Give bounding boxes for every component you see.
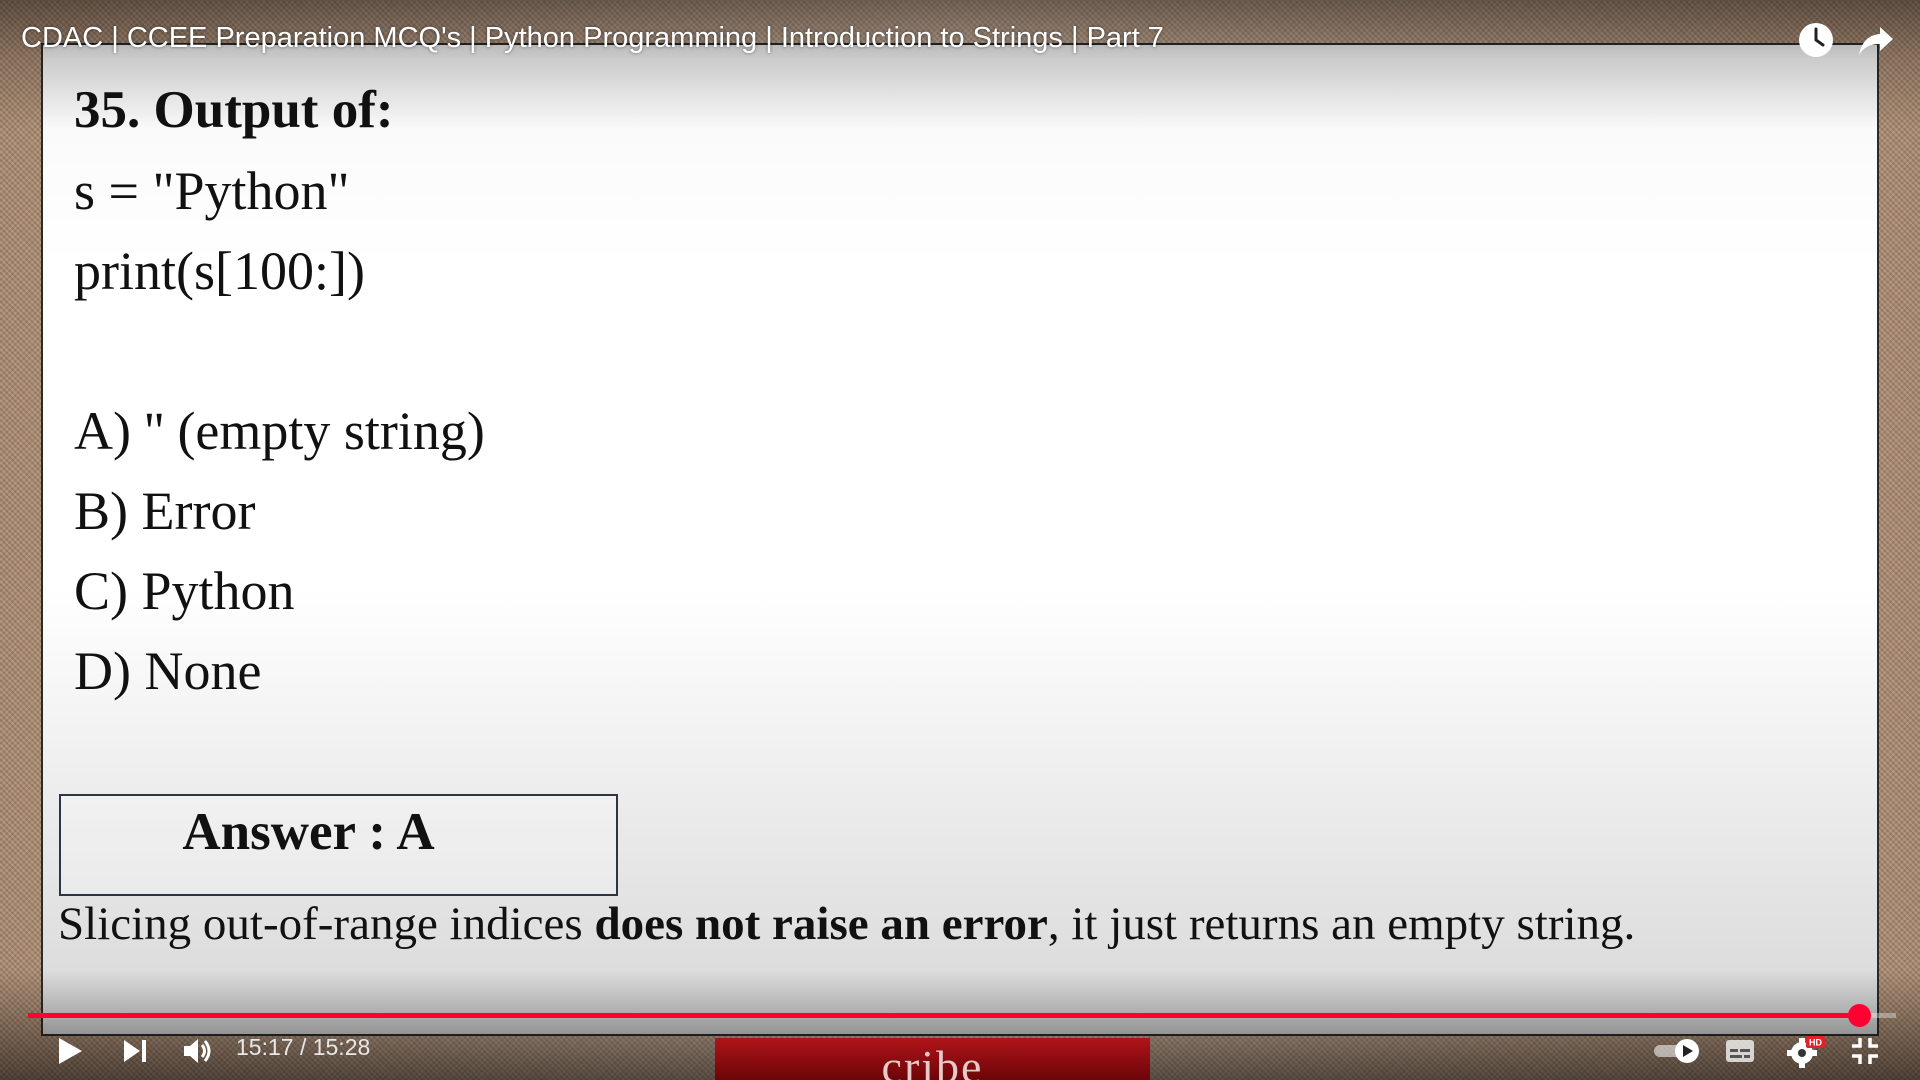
explanation-bold: does not raise an error [594, 898, 1048, 950]
clock-icon[interactable] [1796, 20, 1836, 60]
code-line-2: print(s[100:]) [74, 241, 365, 301]
answer-box: Answer : A [59, 794, 618, 896]
autoplay-toggle-icon[interactable] [1652, 1036, 1702, 1066]
explanation: Slicing out-of-range indices does not ra… [58, 897, 1635, 951]
option-c: C) Python [74, 561, 295, 621]
progress-played [28, 1013, 1859, 1018]
code-line-1: s = "Python" [74, 161, 350, 221]
time-display: 15:17 / 15:28 [236, 1034, 371, 1060]
share-icon[interactable] [1856, 20, 1896, 60]
answer-text: Answer : A [182, 803, 435, 861]
explanation-start: Slicing out-of-range indices [58, 898, 595, 950]
play-icon[interactable] [52, 1034, 86, 1068]
option-a: A) '' (empty string) [74, 401, 485, 461]
option-b: B) Error [74, 481, 256, 541]
volume-icon[interactable] [180, 1034, 214, 1068]
explanation-end: , it just returns an empty string. [1047, 898, 1636, 950]
next-icon[interactable] [120, 1036, 150, 1066]
settings-gear-icon[interactable]: HD [1786, 1034, 1826, 1068]
overlay-banner: cribe [715, 1038, 1150, 1080]
overlay-banner-text: cribe [881, 1041, 984, 1080]
settings-badge: HD [1809, 1038, 1822, 1048]
exit-fullscreen-icon[interactable] [1850, 1036, 1880, 1066]
option-d: D) None [74, 641, 262, 701]
subtitles-icon[interactable] [1724, 1036, 1756, 1066]
progress-scrubber[interactable] [1848, 1004, 1871, 1027]
video-title[interactable]: CDAC | CCEE Preparation MCQ's | Python P… [21, 22, 1164, 55]
question-heading: 35. Output of: [74, 81, 394, 139]
